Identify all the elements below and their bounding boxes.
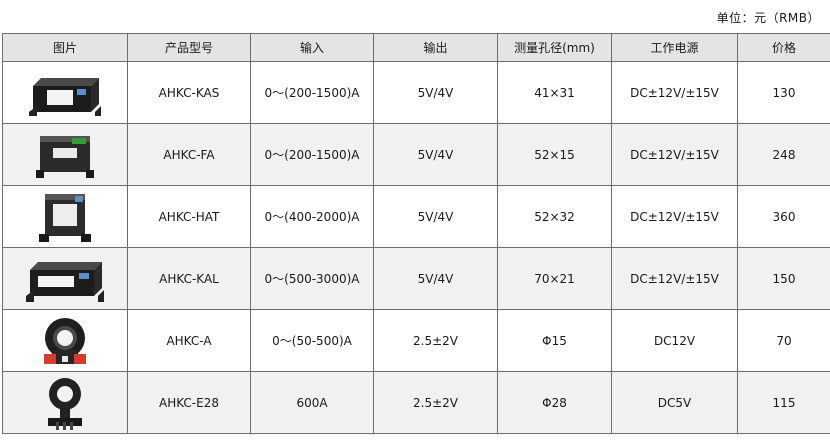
table-row: AHKC-KAL 0～(500-3000)A 5V/4V 70×21 DC±12…	[2, 247, 830, 310]
aperture-cell: 52×15	[497, 123, 612, 186]
price-cell: 130	[737, 61, 830, 124]
product-image-cell	[2, 61, 128, 124]
sensor-e28-icon	[48, 377, 82, 430]
price-cell: 150	[737, 247, 830, 310]
power-cell: DC±12V/±15V	[611, 61, 738, 124]
header-aperture: 测量孔径(mm)	[497, 33, 612, 62]
price-cell: 115	[737, 371, 830, 434]
power-cell: DC5V	[611, 371, 738, 434]
header-model: 产品型号	[127, 33, 251, 62]
input-cell: 600A	[250, 371, 374, 434]
power-cell: DC±12V/±15V	[611, 247, 738, 310]
sensor-hat-icon	[39, 193, 91, 242]
header-price: 价格	[737, 33, 830, 62]
aperture-cell: 70×21	[497, 247, 612, 310]
output-cell: 2.5±2V	[373, 309, 498, 372]
model-cell: AHKC-KAL	[127, 247, 251, 310]
sensor-kas-icon	[29, 77, 101, 116]
table-row: AHKC-A 0～(50-500)A 2.5±2V Φ15 DC12V 70	[2, 309, 830, 372]
model-cell: AHKC-HAT	[127, 185, 251, 248]
table-row: AHKC-FA 0～(200-1500)A 5V/4V 52×15 DC±12V…	[2, 123, 830, 186]
output-cell: 5V/4V	[373, 61, 498, 124]
power-cell: DC±12V/±15V	[611, 123, 738, 186]
input-cell: 0～(500-3000)A	[250, 247, 374, 310]
header-input: 输入	[250, 33, 374, 62]
aperture-cell: 41×31	[497, 61, 612, 124]
model-cell: AHKC-E28	[127, 371, 251, 434]
product-image-cell	[2, 309, 128, 372]
product-image-cell	[2, 123, 128, 186]
price-cell: 70	[737, 309, 830, 372]
input-cell: 0～(50-500)A	[250, 309, 374, 372]
price-table: 图片 产品型号 输入 输出 测量孔径(mm) 工作电源 价格 AHKC-KAS …	[2, 33, 830, 434]
header-power: 工作电源	[611, 33, 738, 62]
header-row: 图片 产品型号 输入 输出 测量孔径(mm) 工作电源 价格	[2, 33, 830, 62]
input-cell: 0～(200-1500)A	[250, 61, 374, 124]
sensor-fa-icon	[36, 135, 94, 178]
unit-label: 单位：元（RMB）	[716, 11, 820, 25]
table-row: AHKC-HAT 0～(400-2000)A 5V/4V 52×32 DC±12…	[2, 185, 830, 248]
aperture-cell: 52×32	[497, 185, 612, 248]
output-cell: 5V/4V	[373, 123, 498, 186]
input-cell: 0～(200-1500)A	[250, 123, 374, 186]
header-image: 图片	[2, 33, 128, 62]
table-row: AHKC-KAS 0～(200-1500)A 5V/4V 41×31 DC±12…	[2, 61, 830, 124]
aperture-cell: Φ28	[497, 371, 612, 434]
price-cell: 360	[737, 185, 830, 248]
product-image-cell	[2, 247, 128, 310]
input-cell: 0～(400-2000)A	[250, 185, 374, 248]
product-image-cell	[2, 371, 128, 434]
table-row: AHKC-E28 600A 2.5±2V Φ28 DC5V 115	[2, 371, 830, 434]
product-image-cell	[2, 185, 128, 248]
output-cell: 5V/4V	[373, 185, 498, 248]
model-cell: AHKC-FA	[127, 123, 251, 186]
output-cell: 2.5±2V	[373, 371, 498, 434]
sensor-kal-icon	[26, 261, 104, 302]
header-output: 输出	[373, 33, 498, 62]
model-cell: AHKC-A	[127, 309, 251, 372]
power-cell: DC12V	[611, 309, 738, 372]
output-cell: 5V/4V	[373, 247, 498, 310]
price-cell: 248	[737, 123, 830, 186]
model-cell: AHKC-KAS	[127, 61, 251, 124]
aperture-cell: Φ15	[497, 309, 612, 372]
sensor-a-icon	[44, 317, 86, 364]
power-cell: DC±12V/±15V	[611, 185, 738, 248]
